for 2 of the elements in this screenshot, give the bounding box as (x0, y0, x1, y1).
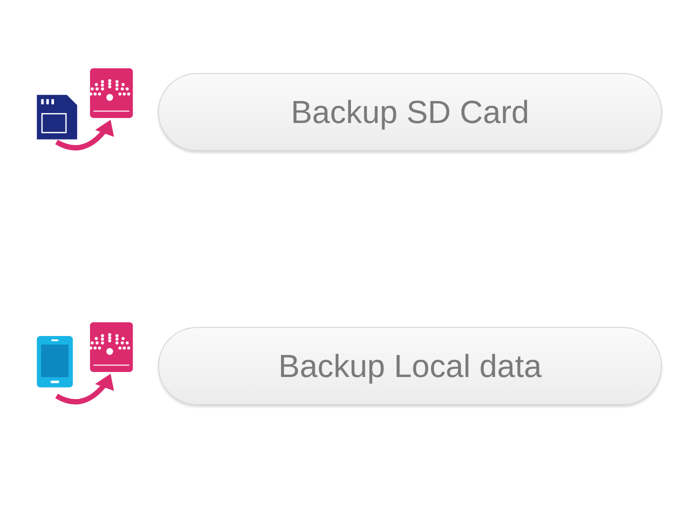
backup-button[interactable]: Backup Local data (158, 327, 662, 405)
backup-button[interactable]: Backup SD Card (158, 73, 662, 151)
